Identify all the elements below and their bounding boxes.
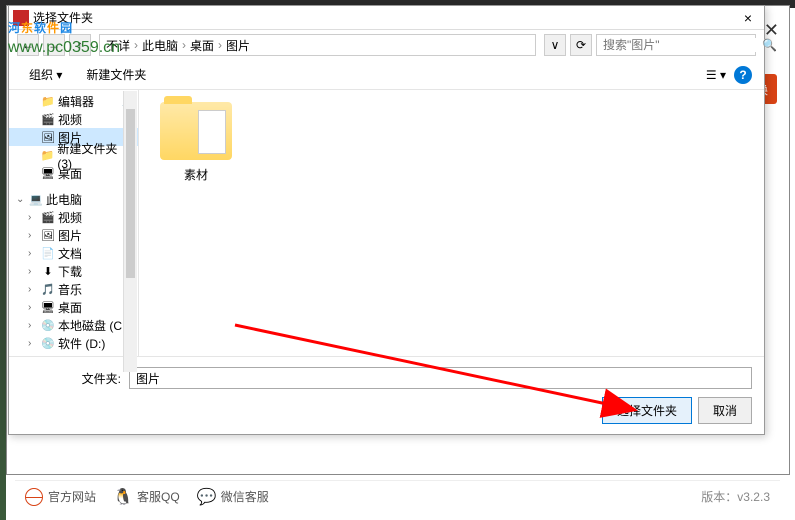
help-button[interactable]: ? [734,66,752,84]
dialog-toolbar: 组织 ▾ 新建文件夹 ☰ ▾ ? [9,60,764,90]
tree-item[interactable]: ›🖥桌面 [9,298,138,316]
dialog-title: 选择文件夹 [33,9,736,26]
expand-icon[interactable]: › [28,230,38,241]
breadcrumb-separator: › [134,38,138,52]
tree-item-label: 视频 [58,111,82,128]
view-mode-button[interactable]: ☰ ▾ [706,68,726,82]
nav-back-button[interactable]: ← [17,34,39,56]
folder-icon [160,102,232,160]
nav-up-button[interactable]: ↑ [69,34,91,56]
tree-item-label: 文档 [58,245,82,262]
breadcrumb-item[interactable]: 桌面 [190,37,214,54]
tree-item[interactable]: ›💿软件 (D:) [9,334,138,352]
tree-item-icon: 🖥 [41,166,55,180]
organize-button[interactable]: 组织 ▾ [21,64,70,85]
qq-support-link[interactable]: 🐧 客服QQ [114,488,180,506]
tree-item-icon: 💻 [29,192,43,206]
tree-item-icon: 🖼 [41,130,55,144]
breadcrumb-item[interactable]: 不详 [106,37,130,54]
tree-item[interactable]: ›📄文档 [9,244,138,262]
tree-item-label: 桌面 [58,165,82,182]
select-folder-button[interactable]: 选择文件夹 [602,397,692,424]
expand-icon[interactable]: › [28,248,38,259]
expand-icon[interactable]: › [28,284,38,295]
folder-name-input[interactable] [129,367,752,389]
tree-item-icon: 🎵 [41,282,55,296]
navigation-bar: ← → ↑ 不详 › 此电脑 › 桌面 › 图片 ∨ ⟳ 🔍 [9,30,764,60]
tree-item-icon: 💿 [41,318,55,332]
tree-item-label: 本地磁盘 (C:) [58,317,129,334]
nav-refresh-button[interactable]: ⟳ [570,34,592,56]
tree-item[interactable]: ›💿本地磁盘 (C:) [9,316,138,334]
tree-item[interactable]: ›🎵音乐 [9,280,138,298]
breadcrumb-separator: › [218,38,222,52]
tree-item-icon: 💿 [41,336,55,350]
breadcrumb-separator: › [182,38,186,52]
breadcrumb[interactable]: 不详 › 此电脑 › 桌面 › 图片 [99,34,536,56]
tree-item-icon: 📁 [41,148,55,162]
tree-item-label: 视频 [58,209,82,226]
tree-item-icon: 📄 [41,246,55,260]
tree-item-icon: 🖥 [41,300,55,314]
new-folder-button[interactable]: 新建文件夹 [78,64,154,85]
expand-icon[interactable]: › [28,320,38,331]
expand-icon[interactable]: › [28,338,38,349]
search-box[interactable]: 🔍 [596,34,756,56]
version-label: 版本：v3.2.3 [701,488,770,505]
tree-item-icon: ⬇ [41,264,55,278]
tree-item[interactable]: 🖥桌面 [9,164,138,182]
bottom-bar: 官方网站 🐧 客服QQ 💬 微信客服 版本：v3.2.3 [15,480,780,512]
tree-item[interactable]: ›🎬视频 [9,208,138,226]
wechat-icon: 💬 [198,488,216,506]
tree-scrollbar[interactable] [123,91,137,372]
tree-item-icon: 📁 [41,94,55,108]
folder-tree: 📁编辑器📌🎬视频🖼图片📁新建文件夹 (3)🖥桌面⌄💻此电脑›🎬视频›🖼图片›📄文… [9,90,139,356]
dialog-icon [13,10,29,26]
tree-item[interactable]: ›⬇下载 [9,262,138,280]
tree-item-label: 图片 [58,227,82,244]
wechat-support-link[interactable]: 💬 微信客服 [198,488,269,506]
breadcrumb-item[interactable]: 此电脑 [142,37,178,54]
tree-item-label: 音乐 [58,281,82,298]
tree-item-label: 桌面 [58,299,82,316]
search-input[interactable] [603,38,758,52]
expand-icon[interactable]: ⌄ [16,194,26,205]
folder-field-label: 文件夹: [21,370,121,387]
folder-label: 素材 [184,166,208,183]
nav-dropdown-button[interactable]: ∨ [544,34,566,56]
breadcrumb-item[interactable]: 图片 [226,37,250,54]
tree-item-label: 编辑器 [58,93,94,110]
dialog-close-button[interactable]: × [736,10,760,26]
expand-icon[interactable]: › [28,266,38,277]
tree-item[interactable]: ⌄💻此电脑 [9,190,138,208]
nav-forward-button[interactable]: → [43,34,65,56]
tree-item[interactable]: ›🖼图片 [9,226,138,244]
tree-item-icon: 🎬 [41,210,55,224]
tree-item-label: 软件 (D:) [58,335,105,352]
tree-item-icon: 🖼 [41,228,55,242]
folder-item[interactable]: 素材 [151,102,241,183]
expand-icon[interactable]: › [28,302,38,313]
tree-item[interactable]: 📁新建文件夹 (3) [9,146,138,164]
tree-item-label: 下载 [58,263,82,280]
folder-content[interactable]: 素材 [139,90,764,356]
folder-picker-dialog: 选择文件夹 × ← → ↑ 不详 › 此电脑 › 桌面 › 图片 ∨ ⟳ 🔍 组织 ▾ 新建… [8,5,765,435]
globe-icon [25,488,43,506]
tree-item[interactable]: 🎬视频 [9,110,138,128]
tree-item[interactable]: 📁编辑器📌 [9,92,138,110]
expand-icon[interactable]: › [28,212,38,223]
tree-item-icon: 🎬 [41,112,55,126]
tree-item-label: 此电脑 [46,191,82,208]
official-website-link[interactable]: 官方网站 [25,488,96,506]
dialog-titlebar: 选择文件夹 × [9,6,764,30]
search-icon[interactable]: 🔍 [762,38,777,52]
qq-icon: 🐧 [114,488,132,506]
cancel-button[interactable]: 取消 [698,397,752,424]
